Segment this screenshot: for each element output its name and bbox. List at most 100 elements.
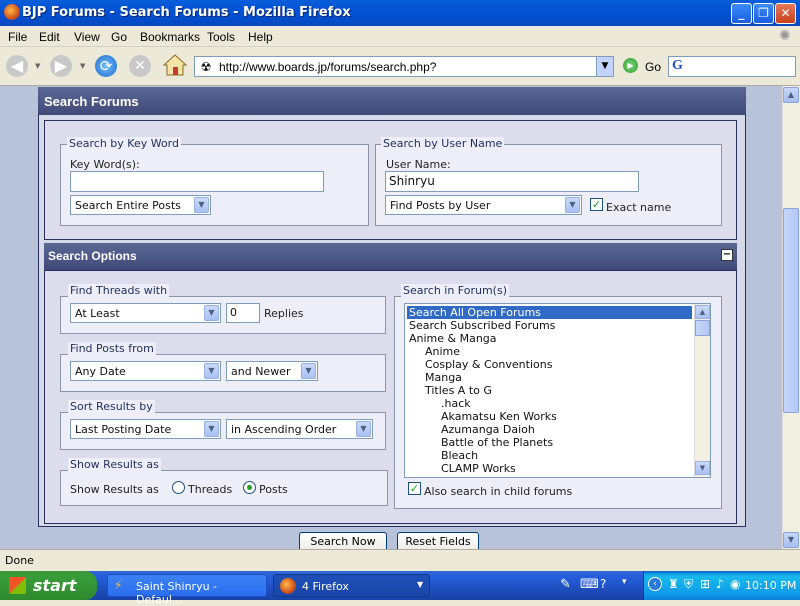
help-icon[interactable]: ? <box>600 577 606 591</box>
posts-radio[interactable] <box>243 481 256 494</box>
url-input[interactable]: ☢ http://www.boards.jp/forums/search.php… <box>194 56 614 77</box>
quicklaunch-tray: ✎ ⌨ ? ▾ <box>560 577 640 595</box>
list-item[interactable]: Search All Open Forums <box>407 306 692 319</box>
forward-icon[interactable]: ▶ <box>50 55 72 77</box>
menu-help[interactable]: Help <box>248 30 273 44</box>
list-item[interactable]: Azumanga Daioh <box>407 423 692 436</box>
menu-bookmarks[interactable]: Bookmarks <box>140 30 200 44</box>
list-item[interactable]: Titles A to G <box>407 384 692 397</box>
list-item[interactable]: Akamatsu Ken Works <box>407 410 692 423</box>
menu-go[interactable]: Go <box>111 30 127 44</box>
list-item[interactable]: Cosplay & Conventions <box>407 358 692 371</box>
sort-field-select[interactable]: Last Posting Date ▼ <box>70 419 221 439</box>
menu-edit[interactable]: Edit <box>39 30 60 44</box>
list-item[interactable]: .hack <box>407 397 692 410</box>
start-label: start <box>33 576 77 595</box>
sort-order-select[interactable]: in Ascending Order ▼ <box>226 419 373 439</box>
user-name-label: User Name: <box>386 158 451 171</box>
list-item[interactable]: Anime <box>407 345 692 358</box>
menu-tools[interactable]: Tools <box>207 30 235 44</box>
posts-from-legend: Find Posts from <box>68 342 156 355</box>
keyword-label: Key Word(s): <box>70 158 140 171</box>
task-label: 4 Firefox <box>302 580 349 593</box>
options-icon[interactable]: ▾ <box>622 577 627 587</box>
pen-icon[interactable]: ✎ <box>560 577 571 592</box>
search-now-button[interactable]: Search Now <box>299 532 387 549</box>
posts-direction-select[interactable]: and Newer ▼ <box>226 361 318 381</box>
scroll-up-icon[interactable]: ▲ <box>783 87 799 103</box>
google-icon: G <box>672 58 683 73</box>
sort-order-value: in Ascending Order <box>231 423 337 436</box>
sort-field-value: Last Posting Date <box>75 423 172 436</box>
go-icon[interactable]: ▶ <box>623 58 638 73</box>
window-titlebar: BJP Forums - Search Forums - Mozilla Fir… <box>0 0 800 26</box>
list-item[interactable]: Search Subscribed Forums <box>407 319 692 332</box>
chevron-down-icon: ▼ <box>204 421 219 437</box>
list-item[interactable]: Manga <box>407 371 692 384</box>
start-button[interactable]: start <box>0 571 97 600</box>
tray-expand-icon[interactable]: ‹ <box>648 577 662 591</box>
clock[interactable]: 10:10 PM <box>745 579 796 592</box>
user-name-input[interactable]: Shinryu <box>385 171 639 192</box>
throbber-icon: ✺ <box>779 28 791 44</box>
keyword-mode-value: Search Entire Posts <box>75 199 181 212</box>
scroll-down-icon[interactable]: ▼ <box>695 461 710 475</box>
scroll-down-icon[interactable]: ▼ <box>783 532 799 548</box>
keyboard-icon[interactable]: ⌨ <box>580 577 599 592</box>
threads-radio[interactable] <box>172 481 185 494</box>
sort-legend: Sort Results by <box>68 400 155 413</box>
threads-legend: Find Threads with <box>68 284 170 297</box>
list-item[interactable]: Bleach <box>407 449 692 462</box>
stop-icon[interactable]: ✕ <box>129 55 151 77</box>
exact-name-checkbox[interactable]: ✓ <box>590 198 603 211</box>
scroll-up-icon[interactable]: ▲ <box>695 305 710 319</box>
back-dropdown-icon[interactable]: ▼ <box>35 62 40 70</box>
tray-power-icon[interactable]: ◉ <box>730 577 740 591</box>
close-button[interactable]: ✕ <box>775 3 796 24</box>
tray-shield-icon[interactable]: ⛨ <box>684 577 693 592</box>
back-icon[interactable]: ◀ <box>6 55 28 77</box>
chevron-down-icon: ▼ <box>356 421 371 437</box>
tray-app-icon[interactable]: ♜ <box>668 577 679 591</box>
volume-icon[interactable]: ♪ <box>716 577 724 591</box>
forum-listbox[interactable]: Search All Open Forums Search Subscribed… <box>404 303 711 478</box>
maximize-button[interactable]: ❐ <box>753 3 774 24</box>
url-text: http://www.boards.jp/forums/search.php? <box>219 60 437 74</box>
replies-count-input[interactable]: 0 <box>226 303 260 323</box>
list-item[interactable]: CLAMP Works <box>407 462 692 475</box>
site-favicon-icon: ☢ <box>200 60 212 74</box>
list-item[interactable]: Anime & Manga <box>407 332 692 345</box>
status-bar: Done <box>0 549 800 571</box>
posts-date-select[interactable]: Any Date ▼ <box>70 361 221 381</box>
user-legend: Search by User Name <box>381 137 505 150</box>
home-icon-shape <box>162 54 188 76</box>
reset-fields-button[interactable]: Reset Fields <box>397 532 479 549</box>
keyword-input[interactable] <box>70 171 324 192</box>
task-saint-shinryu[interactable]: ⚡ Saint Shinryu - Defaul... <box>107 574 267 606</box>
keyword-mode-select[interactable]: Search Entire Posts ▼ <box>70 195 211 215</box>
threads-mode-select[interactable]: At Least ▼ <box>70 303 221 323</box>
listbox-scroll-thumb[interactable] <box>695 320 710 336</box>
chevron-down-icon: ▼ <box>204 363 219 379</box>
group-dropdown-icon: ▼ <box>417 580 424 589</box>
network-icon[interactable]: ⊞ <box>700 577 710 591</box>
menu-view[interactable]: View <box>74 30 100 44</box>
menu-file[interactable]: File <box>8 30 27 44</box>
go-button[interactable]: Go <box>645 60 661 74</box>
page-title: Search Forums <box>38 87 746 115</box>
child-forums-checkbox[interactable]: ✓ <box>408 482 421 495</box>
forward-dropdown-icon[interactable]: ▼ <box>80 62 85 70</box>
minimize-button[interactable]: _ <box>731 3 752 24</box>
page-scroll-thumb[interactable] <box>783 208 799 413</box>
search-engine-input[interactable]: G <box>668 56 796 77</box>
task-firefox-group[interactable]: 4 Firefox ▼ <box>273 574 430 597</box>
collapse-icon[interactable]: − <box>721 249 733 261</box>
child-forums-label: Also search in child forums <box>424 485 573 498</box>
show-results-label: Show Results as <box>70 483 159 496</box>
chevron-down-icon: ▼ <box>565 197 580 213</box>
user-mode-select[interactable]: Find Posts by User ▼ <box>385 195 582 215</box>
list-item[interactable]: Battle of the Planets <box>407 436 692 449</box>
reload-icon[interactable]: ⟳ <box>95 55 117 77</box>
listbox-scrollbar[interactable]: ▲ ▼ <box>694 304 710 477</box>
url-dropdown-icon[interactable]: ▼ <box>596 57 613 76</box>
